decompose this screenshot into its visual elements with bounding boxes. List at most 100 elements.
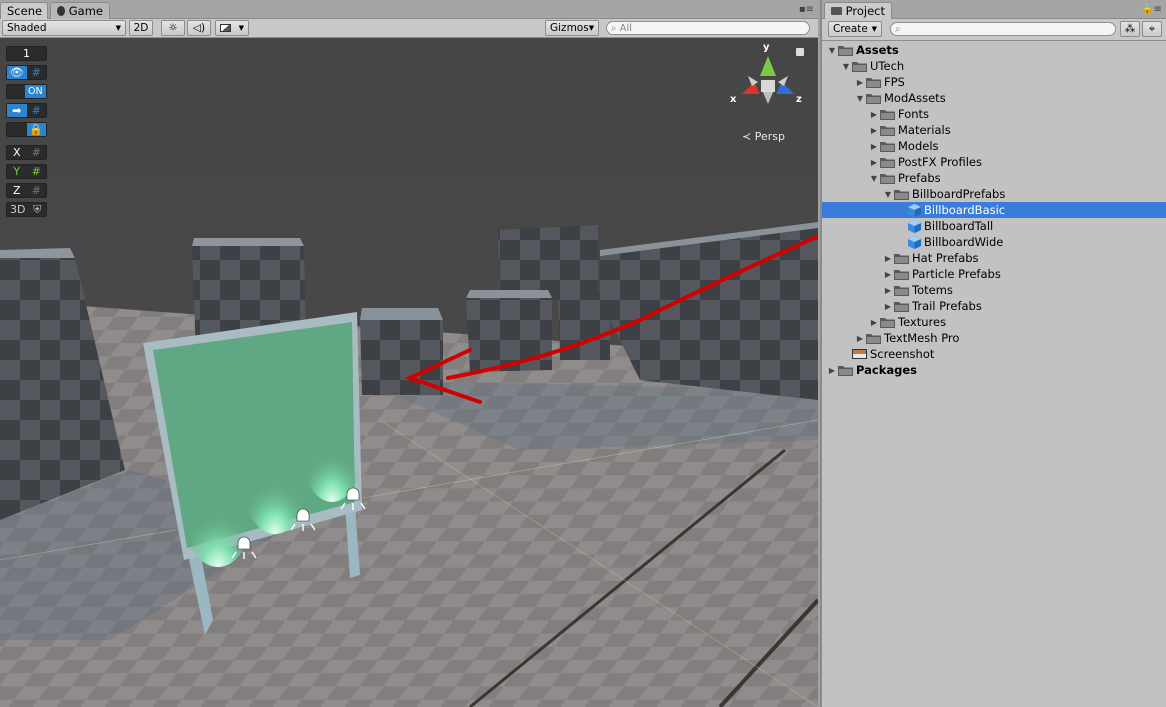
folder-icon bbox=[880, 173, 895, 184]
collapsed-arrow-icon[interactable]: ▶ bbox=[868, 140, 880, 152]
tree-item[interactable]: ▶ Textures bbox=[822, 314, 1166, 330]
tree-item[interactable]: ▶ PostFX Profiles bbox=[822, 154, 1166, 170]
tree-item[interactable]: ▶ TextMesh Pro bbox=[822, 330, 1166, 346]
gizmo-y-label: y bbox=[763, 42, 770, 53]
y-axis-grid-toggle[interactable]: Y # bbox=[6, 164, 47, 179]
lock-toggle[interactable]: 🔒 bbox=[6, 122, 47, 137]
tree-item[interactable]: ▼ BillboardPrefabs bbox=[822, 186, 1166, 202]
gizmo-lock-icon[interactable] bbox=[796, 48, 804, 56]
z-axis-grid-toggle[interactable]: Z # bbox=[6, 183, 47, 198]
tag-icon: ⌖ bbox=[1149, 22, 1155, 35]
grid-icon: # bbox=[31, 146, 41, 159]
layer-number-field[interactable]: 1 bbox=[6, 46, 47, 61]
audio-toggle-button[interactable]: ◁) bbox=[187, 20, 211, 36]
chevron-left-icon: ≺ bbox=[742, 130, 752, 143]
chevron-down-icon: ▼ bbox=[871, 25, 877, 33]
chevron-down-icon: ▼ bbox=[115, 24, 121, 32]
tree-item[interactable]: ▼ UTech bbox=[822, 58, 1166, 74]
tree-item-label: Prefabs bbox=[898, 171, 941, 185]
lock-icon: 🔒 bbox=[26, 123, 46, 136]
tree-item-label: Assets bbox=[856, 43, 899, 57]
collapsed-arrow-icon[interactable]: ▶ bbox=[868, 108, 880, 120]
tree-item[interactable]: ▼ Prefabs bbox=[822, 170, 1166, 186]
search-icon: ⌕ bbox=[611, 22, 617, 34]
expanded-arrow-icon[interactable]: ▼ bbox=[826, 44, 838, 56]
tree-item[interactable]: ▶ Trail Prefabs bbox=[822, 298, 1166, 314]
scene-tabbar: Scene Game ▪≡ bbox=[0, 0, 818, 19]
collapsed-arrow-icon[interactable]: ▶ bbox=[854, 76, 866, 88]
project-search-input[interactable]: ⌕ bbox=[890, 22, 1116, 36]
tree-item[interactable]: ▶ Fonts bbox=[822, 106, 1166, 122]
expanded-arrow-icon[interactable]: ▼ bbox=[868, 172, 880, 184]
tree-item[interactable]: BillboardWide bbox=[822, 234, 1166, 250]
visibility-grid-toggle[interactable]: 👁 # bbox=[6, 65, 47, 80]
tree-item[interactable]: ▶ Packages bbox=[822, 362, 1166, 378]
collapsed-arrow-icon[interactable]: ▶ bbox=[882, 252, 894, 264]
tree-item[interactable]: BillboardBasic bbox=[822, 202, 1166, 218]
tree-item[interactable]: ▼ ModAssets bbox=[822, 90, 1166, 106]
collapsed-arrow-icon[interactable]: ▶ bbox=[854, 332, 866, 344]
move-grid-toggle[interactable]: ➡ # bbox=[6, 103, 47, 118]
folder-icon bbox=[852, 61, 867, 72]
project-panel: Project 🔒≡ Create ▼ ⌕ ⁂ ⌖ ▼ Assets ▼ UTech ▶… bbox=[820, 0, 1166, 707]
effects-dropdown[interactable]: ▼ bbox=[215, 20, 249, 36]
gizmos-label: Gizmos bbox=[550, 22, 589, 34]
tree-item-label: PostFX Profiles bbox=[898, 155, 982, 169]
collapsed-arrow-icon[interactable]: ▶ bbox=[826, 364, 838, 376]
tree-item[interactable]: ▶ Materials bbox=[822, 122, 1166, 138]
project-tab-menu-icon[interactable]: 🔒≡ bbox=[1141, 4, 1162, 15]
lighting-toggle-button[interactable]: ☼ bbox=[161, 20, 185, 36]
gizmos-dropdown[interactable]: Gizmos ▼ bbox=[545, 20, 599, 36]
tree-item[interactable]: ▶ Hat Prefabs bbox=[822, 250, 1166, 266]
folder-icon bbox=[894, 285, 909, 296]
tree-item[interactable]: ▼ Assets bbox=[822, 42, 1166, 58]
projection-toggle[interactable]: ≺ Persp bbox=[742, 130, 785, 143]
create-dropdown[interactable]: Create ▼ bbox=[828, 21, 882, 37]
collapsed-arrow-icon[interactable]: ▶ bbox=[868, 316, 880, 328]
collapsed-arrow-icon[interactable]: ▶ bbox=[882, 284, 894, 296]
collapsed-arrow-icon[interactable]: ▶ bbox=[882, 300, 894, 312]
tree-item[interactable]: ▶ FPS bbox=[822, 74, 1166, 90]
prefab-cube-icon bbox=[908, 235, 921, 249]
collapsed-arrow-icon[interactable]: ▶ bbox=[868, 124, 880, 136]
gizmo-x-label: x bbox=[730, 94, 737, 105]
grid-icon: # bbox=[31, 66, 41, 79]
folder-icon bbox=[880, 125, 895, 136]
snap-on-toggle[interactable]: ON bbox=[6, 84, 47, 99]
tree-item-label: Hat Prefabs bbox=[912, 251, 979, 265]
scene-tab-menu-icon[interactable]: ▪≡ bbox=[799, 4, 814, 15]
filter-by-label-button[interactable]: ⌖ bbox=[1142, 21, 1162, 37]
folder-icon bbox=[880, 317, 895, 328]
collapsed-arrow-icon[interactable]: ▶ bbox=[868, 156, 880, 168]
projection-label: Persp bbox=[754, 130, 785, 143]
filter-by-type-button[interactable]: ⁂ bbox=[1120, 21, 1140, 37]
scene-search-input[interactable]: ⌕ All bbox=[606, 21, 810, 35]
expanded-arrow-icon[interactable]: ▼ bbox=[840, 60, 852, 72]
tab-project[interactable]: Project bbox=[824, 2, 892, 19]
tree-item[interactable]: BillboardTall bbox=[822, 218, 1166, 234]
folder-icon bbox=[866, 77, 881, 88]
expanded-arrow-icon[interactable]: ▼ bbox=[882, 188, 894, 200]
collapsed-arrow-icon[interactable]: ▶ bbox=[882, 268, 894, 280]
tree-item[interactable]: ▶ Totems bbox=[822, 282, 1166, 298]
tree-item[interactable]: Screenshot bbox=[822, 346, 1166, 362]
2d-toggle-button[interactable]: 2D bbox=[129, 20, 153, 36]
scene-viewport[interactable]: 1 👁 # ON ➡ # 🔒 X # Y # Z # 3D ⛨ y x z ≺ … bbox=[0, 38, 818, 707]
folder-icon bbox=[838, 45, 853, 56]
arrow-right-icon: ➡ bbox=[7, 104, 27, 117]
folder-icon bbox=[880, 141, 895, 152]
tab-scene[interactable]: Scene bbox=[0, 2, 48, 19]
tree-item-label: Screenshot bbox=[870, 347, 935, 361]
tree-item[interactable]: ▶ Particle Prefabs bbox=[822, 266, 1166, 282]
tab-game[interactable]: Game bbox=[50, 2, 110, 19]
tree-item-label: Packages bbox=[856, 363, 917, 377]
x-axis-grid-toggle[interactable]: X # bbox=[6, 145, 47, 160]
tree-item[interactable]: ▶ Models bbox=[822, 138, 1166, 154]
expanded-arrow-icon[interactable]: ▼ bbox=[854, 92, 866, 104]
scene-search-placeholder: All bbox=[619, 22, 633, 34]
folder-icon bbox=[866, 93, 881, 104]
folder-icon bbox=[880, 109, 895, 120]
shading-mode-dropdown[interactable]: Shaded ▼ bbox=[2, 20, 126, 36]
3d-toggle[interactable]: 3D ⛨ bbox=[6, 202, 47, 217]
folder-icon bbox=[894, 301, 909, 312]
